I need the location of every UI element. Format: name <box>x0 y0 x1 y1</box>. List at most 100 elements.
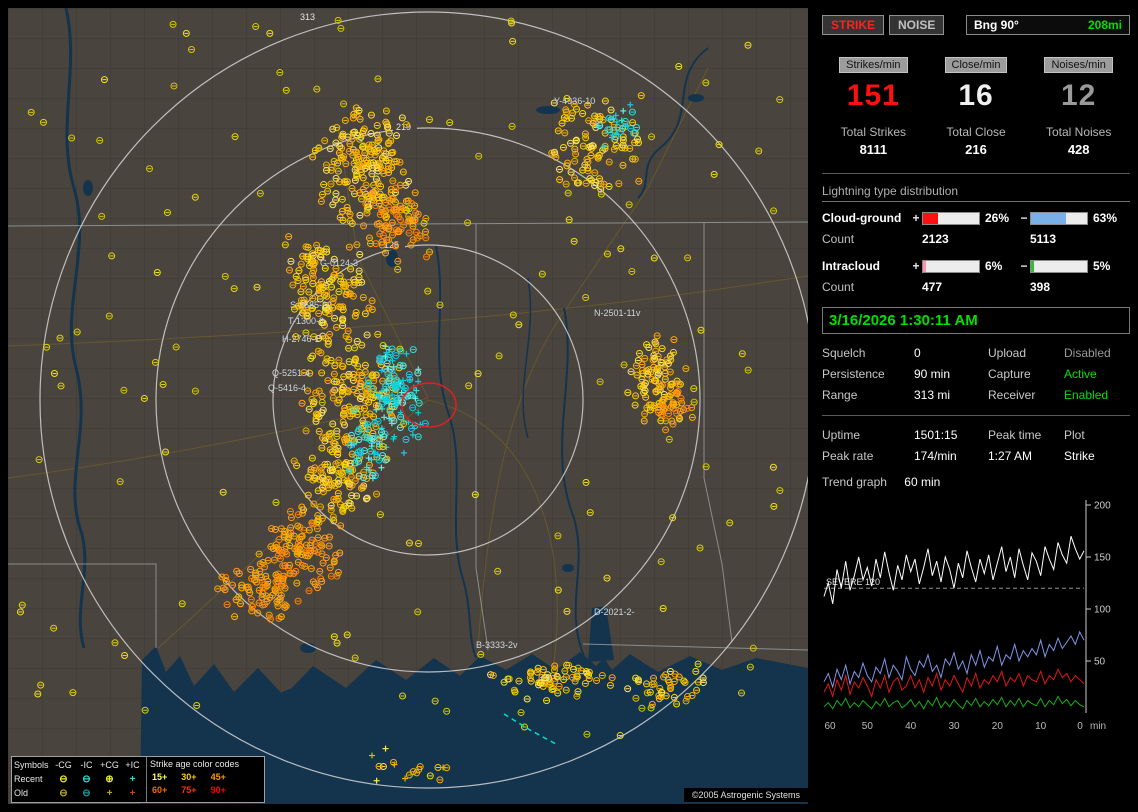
y-tick-label: 50 <box>1094 657 1106 668</box>
noises-per-min-value: 12 <box>1027 79 1130 113</box>
ic-minus-percent: 5% <box>1088 259 1126 273</box>
peak-time-value: 1:27 AM <box>988 449 1064 463</box>
legend-symbol: ⊕ <box>98 773 121 786</box>
x-axis-unit: min <box>1090 721 1106 732</box>
age-code-label: 45+ <box>211 771 226 784</box>
plot-mode-value: Strike <box>1064 449 1130 463</box>
minus-sign: − <box>1018 259 1030 273</box>
intracloud-row: Intracloud + 6% − 5% <box>822 259 1130 273</box>
legend-row-label: Old <box>14 787 52 800</box>
cloud-ground-row: Cloud-ground + 26% − 63% <box>822 211 1130 225</box>
persistence-label: Persistence <box>822 367 914 381</box>
age-code-label: 30+ <box>181 771 196 784</box>
age-code-label: 60+ <box>152 784 167 797</box>
cg-minus-percent: 63% <box>1088 211 1126 225</box>
legend-symbol: ⊖ <box>52 787 75 800</box>
cloud-ground-label: Cloud-ground <box>822 211 910 225</box>
legend-symbol-table: Symbols -CG -IC +CG +IC Recent⊖⊖⊕+ Old⊖⊖… <box>12 757 147 802</box>
count-label: Count <box>822 280 910 294</box>
ic-plus-count: 477 <box>922 280 980 294</box>
strike-mode-button[interactable]: STRIKE <box>822 15 884 35</box>
range-value: 313 mi <box>914 388 988 402</box>
capture-status: Active <box>1064 367 1130 381</box>
station-label: G-0124-3 <box>320 258 358 268</box>
strikes-per-min-value: 151 <box>822 79 925 113</box>
mode-toolbar: STRIKE NOISE Bng 90° 208mi <box>822 15 1130 35</box>
total-strikes-value: 8111 <box>822 142 925 157</box>
x-tick-label: 30 <box>948 721 960 732</box>
legend-symbol: ⊖ <box>75 773 98 786</box>
legend-symbol: ⊖ <box>75 787 98 800</box>
legend-symbol: + <box>121 773 144 786</box>
y-tick-label: 100 <box>1094 605 1111 616</box>
x-tick-label: 50 <box>862 721 874 732</box>
lake <box>562 564 574 572</box>
close-stat-column: Close/min 16 Total Close 216 <box>925 57 1028 157</box>
map-canvas[interactable]: 125219313 Y-4936-10G-0124-3S-2585-32T-13… <box>8 8 808 804</box>
legend-age-title: Strike age color codes <box>150 758 261 771</box>
x-tick-label: 10 <box>1035 721 1047 732</box>
divider <box>822 415 1130 416</box>
station-label: D-2021-2- <box>594 607 635 617</box>
strikes-per-min-header: Strikes/min <box>839 57 907 73</box>
station-label: B-3333-2v <box>476 640 518 650</box>
chart-background <box>822 495 1126 741</box>
legend-col-header: -CG <box>52 759 75 772</box>
range-label: Range <box>822 388 914 402</box>
x-tick-label: 20 <box>992 721 1004 732</box>
station-label: T-1300-3- <box>288 316 327 326</box>
control-panel: STRIKE NOISE Bng 90° 208mi Strikes/min 1… <box>822 8 1130 804</box>
cg-plus-count: 2123 <box>922 232 980 246</box>
plot-label: Plot <box>1064 428 1130 442</box>
station-label: Q-5416-4 <box>268 383 306 393</box>
legend-col-header: -IC <box>75 759 98 772</box>
capture-label: Capture <box>988 367 1064 381</box>
trend-graph-header: Trend graph 60 min <box>822 475 1130 489</box>
legend-col-header: Symbols <box>14 759 52 772</box>
divider <box>822 173 1130 174</box>
legend-symbol: + <box>98 787 121 800</box>
trend-graph: 20015010050SEVERE 1206050403020100min <box>822 495 1126 741</box>
age-code-label: 90+ <box>211 784 226 797</box>
bearing-readout: Bng 90° 208mi <box>966 15 1130 35</box>
station-label: H-2746-1 <box>282 334 320 344</box>
receiver-status: Enabled <box>1064 388 1130 402</box>
legend-symbol: + <box>121 787 144 800</box>
lake <box>688 94 704 102</box>
close-per-min-value: 16 <box>925 79 1028 113</box>
noise-mode-button[interactable]: NOISE <box>889 15 944 35</box>
x-tick-label: 60 <box>824 721 836 732</box>
age-code-label: 75+ <box>181 784 196 797</box>
ic-minus-bar <box>1030 260 1088 273</box>
lightning-map[interactable]: 125219313 Y-4936-10G-0124-3S-2585-32T-13… <box>8 8 808 804</box>
station-label: Q-5251-4 <box>272 368 310 378</box>
ic-minus-count: 398 <box>1030 280 1088 294</box>
ic-plus-bar <box>922 260 980 273</box>
x-tick-label: 0 <box>1077 721 1083 732</box>
uptime-label: Uptime <box>822 428 914 442</box>
status-grid: Uptime 1501:15 Peak time Plot Peak rate … <box>822 428 1130 463</box>
uptime-value: 1501:15 <box>914 428 988 442</box>
peak-rate-label: Peak rate <box>822 449 914 463</box>
cg-plus-bar <box>922 212 980 225</box>
ic-plus-percent: 6% <box>980 259 1018 273</box>
age-code-label: 15+ <box>152 771 167 784</box>
strikes-stat-column: Strikes/min 151 Total Strikes 8111 <box>822 57 925 157</box>
lake <box>536 106 560 114</box>
station-label: N-2501-11v <box>594 308 641 318</box>
squelch-label: Squelch <box>822 346 914 360</box>
upload-label: Upload <box>988 346 1064 360</box>
total-noises-value: 428 <box>1027 142 1130 157</box>
ring-distance-label: 313 <box>300 12 315 22</box>
cg-minus-count: 5113 <box>1030 232 1088 246</box>
lake <box>276 687 336 713</box>
cloud-ground-count-row: Count 2123 5113 <box>822 232 1130 246</box>
y-tick-label: 200 <box>1094 501 1111 512</box>
distribution-section-title: Lightning type distribution <box>822 184 1130 202</box>
intracloud-count-row: Count 477 398 <box>822 280 1130 294</box>
bearing-range: 208mi <box>1088 18 1122 32</box>
station-label: S-2585-32 <box>290 300 332 310</box>
legend-col-header: +CG <box>98 759 121 772</box>
total-strikes-label: Total Strikes <box>822 125 925 139</box>
map-legend: Symbols -CG -IC +CG +IC Recent⊖⊖⊕+ Old⊖⊖… <box>11 756 265 803</box>
